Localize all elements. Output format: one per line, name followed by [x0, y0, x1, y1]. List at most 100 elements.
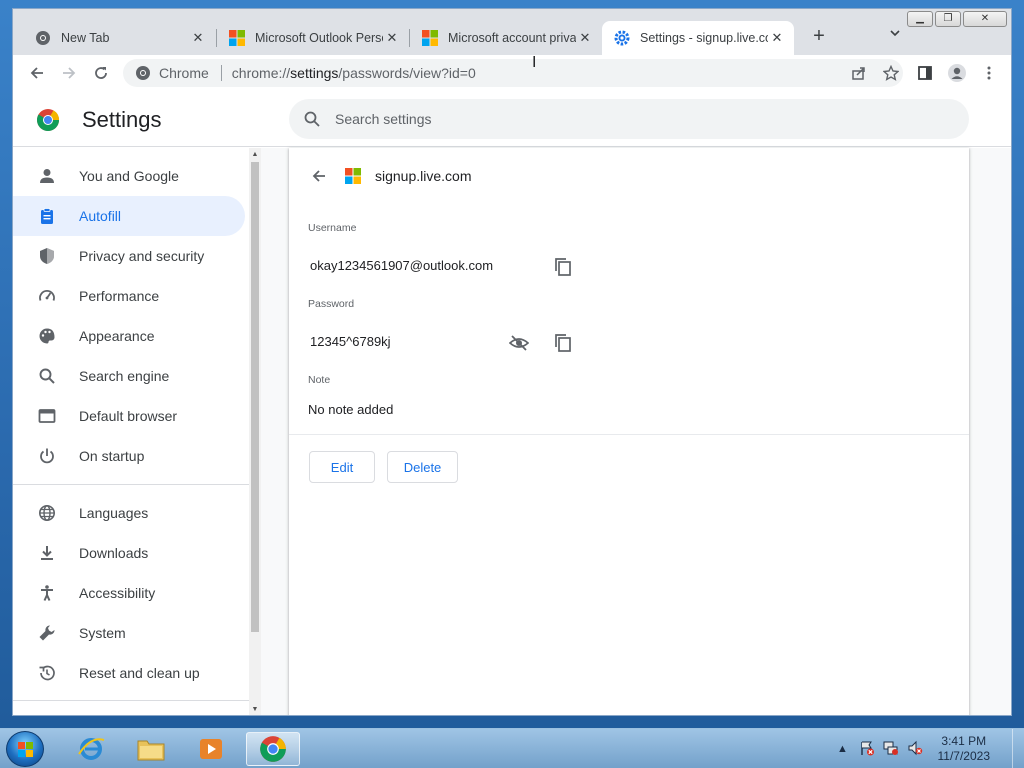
- reload-icon[interactable]: [89, 61, 113, 85]
- chevron-down-icon[interactable]: [883, 26, 907, 50]
- sidebar-divider: [13, 700, 249, 701]
- share-icon[interactable]: [847, 61, 871, 85]
- window-controls: ▁ ❐ ✕: [907, 11, 1007, 27]
- sidebar-item-label: System: [79, 625, 126, 641]
- scroll-up-arrow-icon[interactable]: ▲: [250, 150, 260, 160]
- sidebar-item-accessibility[interactable]: Accessibility: [13, 573, 245, 613]
- new-tab-button[interactable]: +: [807, 25, 831, 49]
- sidebar-item-default-browser[interactable]: Default browser: [13, 396, 245, 436]
- search-icon: [303, 110, 321, 128]
- forward-arrow-icon[interactable]: [57, 61, 81, 85]
- sidebar-item-label: Accessibility: [79, 585, 156, 601]
- tab-microsoft-account[interactable]: Microsoft account privac ✕: [410, 21, 602, 55]
- sidebar-item-label: Performance: [79, 288, 160, 304]
- sidebar-item-appearance[interactable]: Appearance: [13, 316, 245, 356]
- sidebar-item-downloads[interactable]: Downloads: [13, 533, 245, 573]
- search-input[interactable]: [335, 111, 915, 127]
- taskbar-chrome[interactable]: [246, 732, 300, 766]
- copy-username-icon[interactable]: [551, 255, 575, 279]
- taskbar-media-player[interactable]: [184, 732, 238, 766]
- sidebar-item-languages[interactable]: Languages: [13, 493, 245, 533]
- username-value[interactable]: okay1234561907@outlook.com: [310, 258, 493, 273]
- sidebar-item-you-and-google[interactable]: You and Google: [13, 156, 245, 196]
- microsoft-logo-icon: [229, 30, 245, 46]
- clock-date: 11/7/2023: [937, 749, 991, 763]
- url-host: settings: [290, 65, 339, 81]
- sidebar-item-label: Privacy and security: [79, 248, 205, 264]
- sidebar-item-label: You and Google: [79, 168, 179, 184]
- sidebar-item-system[interactable]: System: [13, 613, 245, 653]
- history-icon: [37, 663, 57, 683]
- taskbar-clock[interactable]: 3:41 PM 11/7/2023: [938, 734, 991, 764]
- settings-search-box[interactable]: [289, 99, 969, 139]
- taskbar-file-explorer[interactable]: [124, 732, 178, 766]
- close-icon[interactable]: ✕: [189, 29, 207, 47]
- close-icon[interactable]: ✕: [576, 29, 594, 47]
- sidebar-item-privacy-security[interactable]: Privacy and security: [13, 236, 245, 276]
- clock-time: 3:41 PM: [941, 734, 987, 748]
- browser-window-icon: [37, 406, 57, 426]
- back-arrow-icon[interactable]: [307, 164, 331, 188]
- network-icon[interactable]: [882, 740, 900, 758]
- clipboard-icon: [37, 206, 57, 226]
- sidebar-scrollbar[interactable]: ▲ ▼: [249, 148, 261, 715]
- tab-title: New Tab: [61, 31, 110, 45]
- copy-password-icon[interactable]: [551, 331, 575, 355]
- taskbar-internet-explorer[interactable]: [64, 732, 118, 766]
- username-label: Username: [308, 222, 357, 234]
- omnibox-divider: [220, 65, 222, 81]
- tab-settings[interactable]: Settings - signup.live.co ✕: [602, 21, 794, 55]
- password-value[interactable]: 12345^6789kj: [310, 334, 391, 349]
- kebab-menu-icon[interactable]: [977, 61, 1001, 85]
- download-icon: [37, 543, 57, 563]
- globe-icon: [37, 503, 57, 523]
- maximize-button[interactable]: ❐: [935, 11, 961, 27]
- bookmark-star-icon[interactable]: [879, 61, 903, 85]
- tab-strip: New Tab ✕ Microsoft Outlook Person ✕ Mic…: [13, 9, 1011, 55]
- omnibox-chip[interactable]: Chrome: [123, 65, 209, 81]
- sidebar-item-autofill[interactable]: Autofill: [13, 196, 245, 236]
- browser-window: New Tab ✕ Microsoft Outlook Person ✕ Mic…: [12, 8, 1012, 716]
- profile-avatar-icon[interactable]: [945, 61, 969, 85]
- sidebar-item-reset-clean-up[interactable]: Reset and clean up: [13, 653, 245, 693]
- sidebar-item-label: Downloads: [79, 545, 149, 561]
- url-path: /passwords/view?id=0: [338, 65, 476, 81]
- side-panel-icon[interactable]: [913, 61, 937, 85]
- scroll-down-arrow-icon[interactable]: ▼: [250, 705, 260, 715]
- settings-header: Settings: [13, 91, 1011, 147]
- chrome-logo-icon: [36, 108, 60, 132]
- show-desktop-button[interactable]: [1012, 729, 1024, 768]
- start-button[interactable]: [6, 731, 44, 767]
- tab-outlook[interactable]: Microsoft Outlook Person ✕: [217, 21, 409, 55]
- microsoft-logo-icon: [345, 168, 361, 184]
- taskbar: ▲ 3:41 PM 11/7/2023: [0, 728, 1024, 768]
- chrome-icon: [260, 736, 286, 762]
- tab-new-tab[interactable]: New Tab ✕: [23, 21, 215, 55]
- action-center-flag-icon[interactable]: [858, 740, 876, 758]
- scrollbar-thumb[interactable]: [251, 162, 259, 632]
- microsoft-logo-icon: [422, 30, 438, 46]
- url-scheme: chrome://: [231, 65, 291, 81]
- chrome-icon: [136, 66, 150, 80]
- close-icon[interactable]: ✕: [768, 29, 786, 47]
- address-bar[interactable]: Chrome chrome://settings/passwords/view?…: [123, 59, 903, 87]
- edit-button[interactable]: Edit: [309, 451, 375, 483]
- eye-off-icon[interactable]: [507, 331, 531, 355]
- sidebar-item-search-engine[interactable]: Search engine: [13, 356, 245, 396]
- sidebar-item-performance[interactable]: Performance: [13, 276, 245, 316]
- volume-muted-icon[interactable]: [906, 740, 924, 758]
- text-cursor-icon: I: [532, 54, 537, 71]
- sidebar-item-label: Reset and clean up: [79, 665, 200, 681]
- back-arrow-icon[interactable]: [25, 61, 49, 85]
- note-value: No note added: [308, 402, 394, 417]
- sidebar-item-on-startup[interactable]: On startup: [13, 436, 245, 476]
- close-icon[interactable]: ✕: [383, 29, 401, 47]
- url-text: chrome://settings/passwords/view?id=0: [232, 65, 476, 81]
- window-close-button[interactable]: ✕: [963, 11, 1007, 27]
- password-label: Password: [308, 298, 355, 310]
- chrome-icon: [35, 30, 51, 46]
- delete-button[interactable]: Delete: [387, 451, 458, 483]
- minimize-button[interactable]: ▁: [907, 11, 933, 27]
- gear-icon: [614, 30, 630, 46]
- show-hidden-icons-icon[interactable]: ▲: [834, 740, 852, 758]
